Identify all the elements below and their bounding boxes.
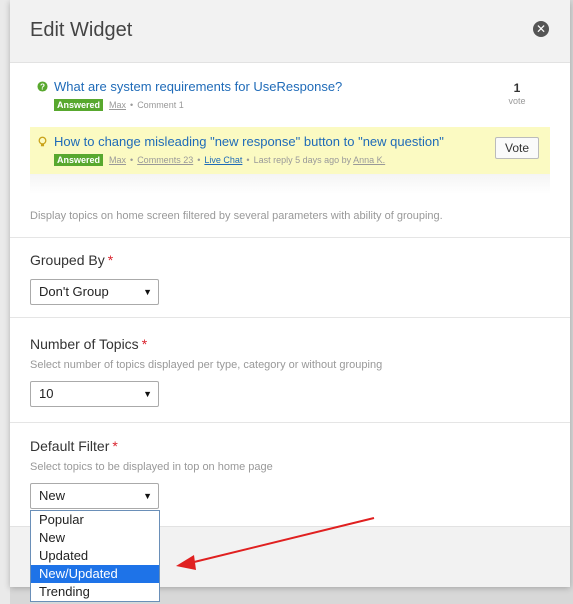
topic-title-link[interactable]: What are system requirements for UseResp… — [54, 79, 342, 94]
last-reply-text: Last reply 5 days ago by — [253, 155, 352, 165]
question-circle-icon: ? — [37, 81, 48, 92]
topic-meta: Answered Max • Comments 23 • Live Chat • Last r… — [54, 154, 385, 166]
category-link[interactable]: Live Chat — [204, 155, 242, 165]
vote-count-label: vote — [508, 96, 526, 106]
vote-button[interactable]: Vote — [495, 137, 539, 159]
option-new-updated[interactable]: New/Updated — [31, 565, 159, 583]
required-mark: * — [107, 252, 114, 268]
number-of-topics-help: Select number of topics displayed per ty… — [30, 359, 383, 371]
number-of-topics-value: 10 — [39, 386, 54, 401]
status-badge: Answered — [54, 154, 104, 166]
option-new[interactable]: New — [31, 529, 159, 547]
topic-row: How to change misleading "new response" … — [30, 127, 550, 175]
vote-count: 1 — [513, 81, 521, 95]
last-reply-author-link[interactable]: Anna K. — [353, 155, 385, 165]
meta-separator: • — [130, 155, 134, 165]
chevron-down-icon: ▼ — [143, 287, 152, 297]
comments-count[interactable]: Comments 23 — [137, 155, 193, 165]
default-filter-options: Popular New Updated New/Updated Trending — [30, 510, 160, 602]
vote-counter: 1 vote — [500, 81, 534, 106]
meta-separator: • — [130, 100, 134, 110]
close-icon[interactable]: ✕ — [533, 21, 549, 37]
widget-description: Display topics on home screen filtered b… — [30, 210, 443, 222]
widget-preview: ? What are system requirements for UseRe… — [30, 72, 550, 175]
page-backdrop — [0, 0, 10, 604]
grouped-by-value: Don't Group — [39, 284, 109, 299]
preview-shadow — [30, 174, 550, 194]
topic-row: ? What are system requirements for UseRe… — [30, 72, 550, 120]
default-filter-label: Default Filter * — [30, 438, 118, 454]
grouped-by-select[interactable]: Don't Group ▼ — [30, 279, 159, 305]
comments-count[interactable]: Comment 1 — [137, 100, 184, 110]
required-mark: * — [112, 438, 118, 454]
status-badge: Answered — [54, 99, 104, 111]
dialog-title: Edit Widget — [30, 19, 133, 41]
number-of-topics-label: Number of Topics * — [30, 336, 148, 352]
default-filter-help: Select topics to be displayed in top on … — [30, 461, 273, 473]
topic-meta: Answered Max • Comment 1 — [54, 99, 184, 111]
author-link[interactable]: Max — [109, 100, 126, 110]
author-link[interactable]: Max — [109, 155, 126, 165]
chevron-down-icon: ▼ — [143, 491, 152, 501]
option-updated[interactable]: Updated — [31, 547, 159, 565]
topic-title-link[interactable]: How to change misleading "new response" … — [54, 134, 444, 149]
meta-separator: • — [246, 155, 250, 165]
option-trending[interactable]: Trending — [31, 583, 159, 601]
option-popular[interactable]: Popular — [31, 511, 159, 529]
section-divider — [10, 422, 570, 423]
lightbulb-icon — [38, 136, 47, 147]
section-divider — [10, 317, 570, 318]
edit-widget-dialog: Edit Widget ✕ ? What are system requirem… — [10, 0, 570, 587]
required-mark: * — [141, 336, 148, 352]
svg-text:?: ? — [40, 82, 45, 91]
grouped-by-label: Grouped By * — [30, 252, 114, 268]
default-filter-select[interactable]: New ▼ — [30, 483, 159, 509]
dialog-header: Edit Widget ✕ — [10, 0, 570, 63]
chevron-down-icon: ▼ — [143, 389, 152, 399]
meta-separator: • — [197, 155, 201, 165]
default-filter-value: New — [39, 488, 66, 503]
number-of-topics-select[interactable]: 10 ▼ — [30, 381, 159, 407]
section-divider — [10, 237, 570, 238]
